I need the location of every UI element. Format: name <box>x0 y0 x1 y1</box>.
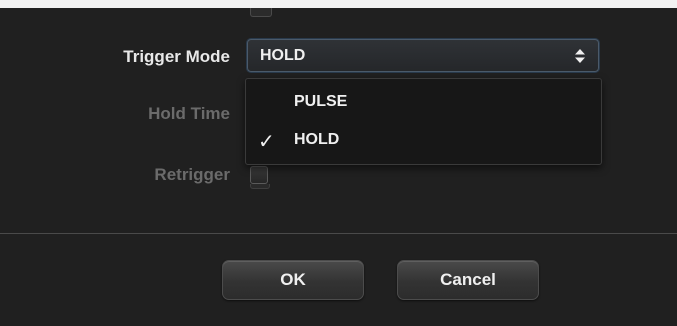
hold-time-label: Hold Time <box>148 104 230 123</box>
partial-checkbox-above[interactable] <box>250 8 272 17</box>
menu-item-label: HOLD <box>294 131 340 148</box>
cancel-button[interactable]: Cancel <box>397 260 539 300</box>
retrigger-label: Retrigger <box>154 165 230 184</box>
menu-item-label: PULSE <box>294 93 348 110</box>
menu-item-pulse[interactable]: PULSE <box>246 88 601 118</box>
retrigger-checkbox[interactable] <box>250 166 270 189</box>
trigger-mode-select[interactable]: HOLD <box>247 39 599 72</box>
checkmark-icon: ✓ <box>258 129 275 153</box>
trigger-mode-value: HOLD <box>260 47 306 64</box>
trigger-settings-dialog: Trigger Mode HOLD Hold Time Retrigger PU… <box>0 0 677 326</box>
window-top-edge <box>0 0 677 8</box>
up-down-arrows-icon <box>575 49 585 63</box>
divider <box>0 233 677 234</box>
menu-item-hold[interactable]: ✓ HOLD <box>246 126 601 156</box>
trigger-mode-dropdown-menu: PULSE ✓ HOLD <box>245 78 602 165</box>
ok-button[interactable]: OK <box>222 260 364 300</box>
trigger-mode-label: Trigger Mode <box>123 47 230 66</box>
